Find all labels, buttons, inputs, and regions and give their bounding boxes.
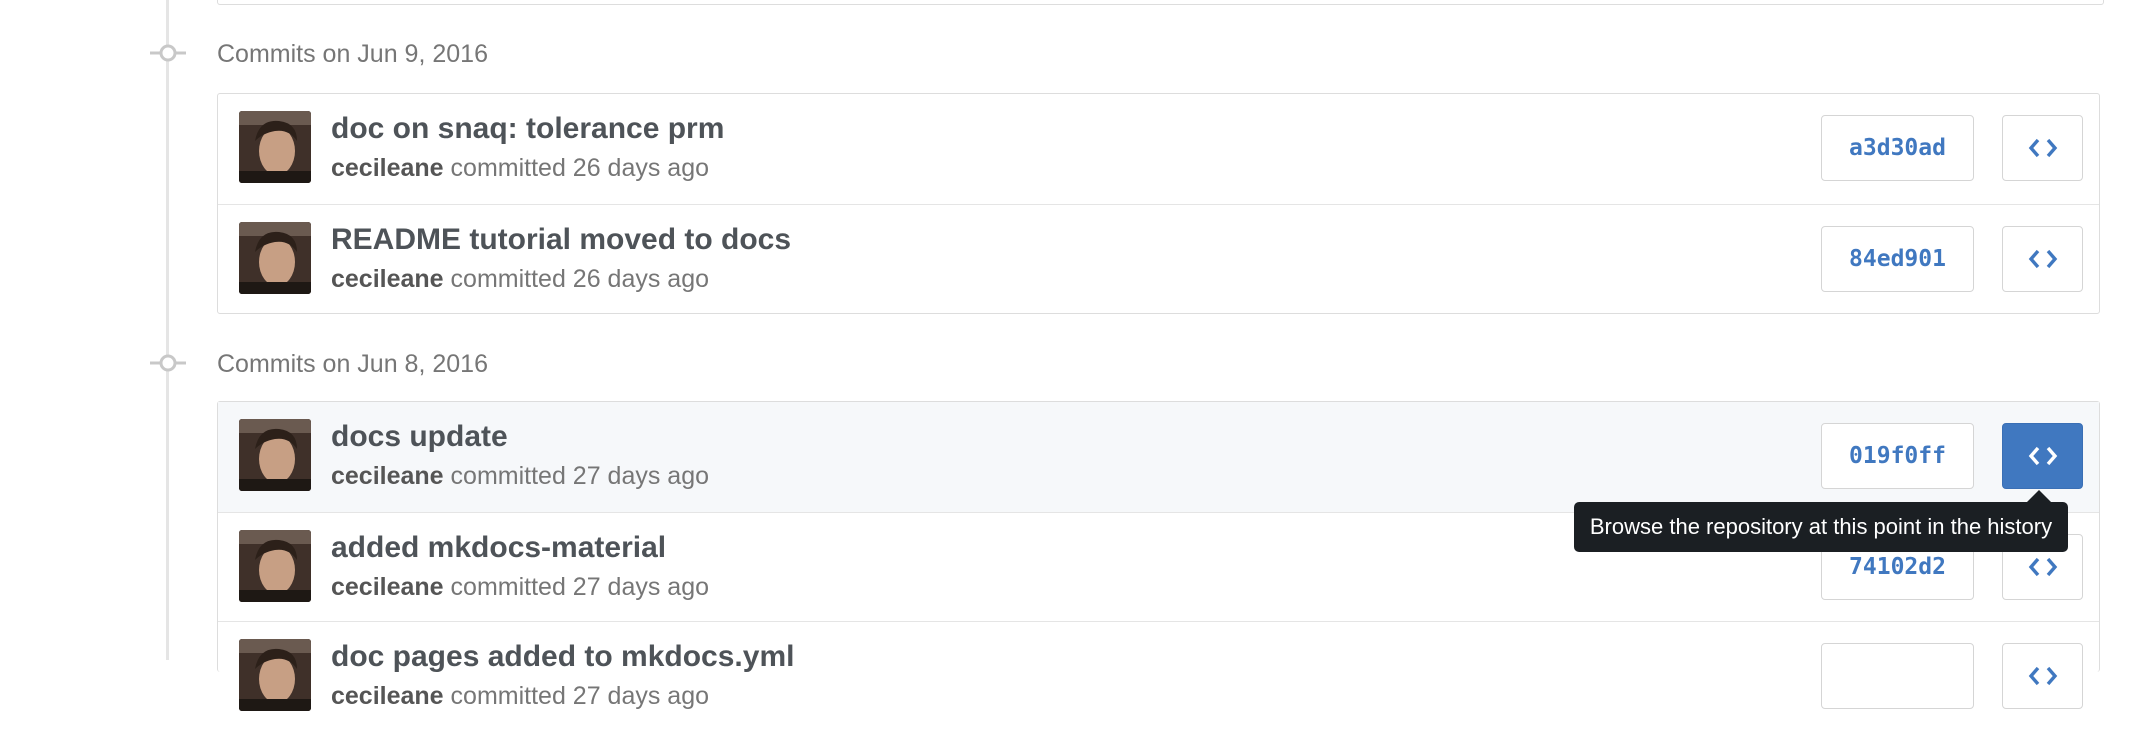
commit-group-date: Commits on Jun 9, 2016 [217, 40, 488, 68]
commit-author-link[interactable]: cecileane [331, 265, 444, 293]
commit-sha-button[interactable]: 84ed901 [1821, 226, 1974, 292]
code-icon [2028, 666, 2057, 686]
commit-time: committed 26 days ago [450, 265, 710, 293]
commit-sha-button[interactable]: a3d30ad [1821, 115, 1974, 181]
commit-row: doc on snaq: tolerance prm cecileane com… [218, 94, 2099, 204]
commit-time: committed 27 days ago [450, 573, 710, 601]
commit-group-header: Commits on Jun 8, 2016 [0, 346, 800, 380]
commit-message-link[interactable]: doc on snaq: tolerance prm [331, 112, 724, 146]
code-icon [2028, 446, 2057, 466]
browse-repo-button[interactable] [2002, 643, 2083, 709]
commit-sha-button[interactable]: 019f0ff [1821, 423, 1974, 489]
timeline-line [166, 0, 169, 660]
commit-row: README tutorial moved to docs cecileane … [218, 204, 2099, 313]
commit-time: committed 27 days ago [450, 682, 710, 710]
commit-row: doc pages added to mkdocs.yml cecileane … [218, 621, 2099, 730]
avatar[interactable] [239, 639, 311, 711]
commit-row: docs update cecileane committed 27 days … [218, 402, 2099, 512]
commit-message-link[interactable]: doc pages added to mkdocs.yml [331, 640, 794, 674]
commit-author-link[interactable]: cecileane [331, 573, 444, 601]
browse-repo-button[interactable] [2002, 115, 2083, 181]
avatar[interactable] [239, 530, 311, 602]
commit-group-header: Commits on Jun 9, 2016 [0, 36, 800, 70]
git-commit-icon [150, 44, 186, 62]
commit-author-link[interactable]: cecileane [331, 154, 444, 182]
commit-message-link[interactable]: added mkdocs-material [331, 531, 666, 565]
avatar[interactable] [239, 111, 311, 183]
commit-sha-button[interactable] [1821, 643, 1974, 709]
commit-message-link[interactable]: docs update [331, 420, 508, 454]
avatar[interactable] [239, 419, 311, 491]
commit-meta: cecileane committed 27 days ago [331, 462, 709, 491]
commit-group-date: Commits on Jun 8, 2016 [217, 350, 488, 378]
commit-time: committed 27 days ago [450, 462, 710, 490]
avatar[interactable] [239, 222, 311, 294]
commit-time: committed 26 days ago [450, 154, 710, 182]
commit-author-link[interactable]: cecileane [331, 462, 444, 490]
commit-meta: cecileane committed 26 days ago [331, 154, 709, 183]
browse-tooltip: Browse the repository at this point in t… [1574, 502, 2068, 552]
git-commit-icon [150, 354, 186, 372]
commit-meta: cecileane committed 26 days ago [331, 265, 709, 294]
tooltip-arrow [2027, 490, 2051, 502]
commit-author-link[interactable]: cecileane [331, 682, 444, 710]
browse-repo-button[interactable] [2002, 226, 2083, 292]
commit-message-link[interactable]: README tutorial moved to docs [331, 223, 791, 257]
previous-commit-group [217, 0, 2104, 5]
commit-meta: cecileane committed 27 days ago [331, 573, 709, 602]
browse-repo-button[interactable] [2002, 423, 2083, 489]
commit-meta: cecileane committed 27 days ago [331, 682, 709, 711]
commit-group: doc on snaq: tolerance prm cecileane com… [217, 93, 2100, 314]
code-icon [2028, 249, 2057, 269]
code-icon [2028, 138, 2057, 158]
code-icon [2028, 557, 2057, 577]
